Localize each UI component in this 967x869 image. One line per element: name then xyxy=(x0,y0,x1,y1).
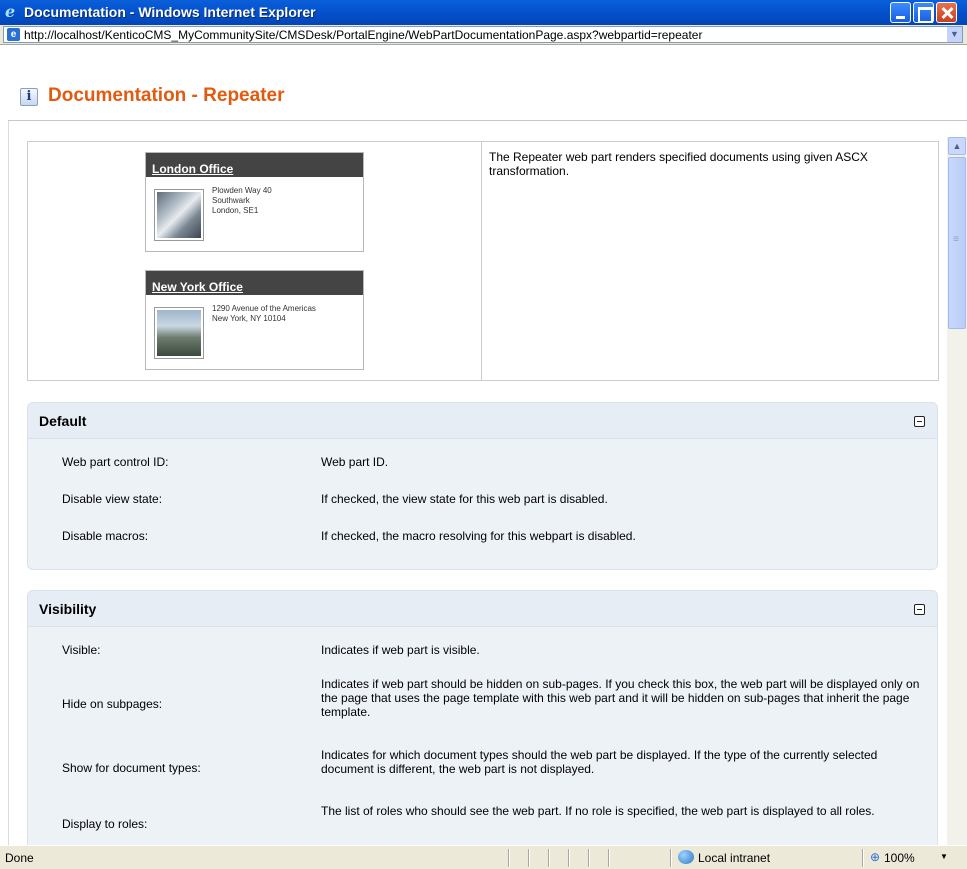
office-photo xyxy=(154,189,204,241)
status-separator xyxy=(608,849,609,867)
property-description: Indicates if web part is visible. xyxy=(321,643,480,657)
status-separator xyxy=(568,849,569,867)
address-url[interactable]: http://localhost/KenticoCMS_MyCommunityS… xyxy=(24,28,702,42)
address-bar: e http://localhost/KenticoCMS_MyCommunit… xyxy=(0,25,967,45)
status-separator xyxy=(588,849,589,867)
property-name: Display to roles: xyxy=(62,817,148,831)
property-description: Indicates for which document types shoul… xyxy=(321,748,878,776)
property-name: Show for document types: xyxy=(62,761,201,775)
status-separator xyxy=(548,849,549,867)
section-title: Visibility xyxy=(39,601,97,617)
collapse-icon[interactable] xyxy=(914,416,925,427)
property-name: Web part control ID: xyxy=(62,455,169,469)
close-button[interactable] xyxy=(936,2,957,23)
maximize-button[interactable] xyxy=(913,2,934,23)
office-photo xyxy=(154,307,204,359)
property-name: Hide on subpages: xyxy=(62,697,163,711)
section-header[interactable]: Visibility xyxy=(28,591,937,627)
documentation-content: London Office Plowden Way 40 Southwark L… xyxy=(8,121,947,845)
zoom-icon[interactable]: ⊕ xyxy=(870,850,880,864)
webpart-preview: London Office Plowden Way 40 Southwark L… xyxy=(27,141,939,381)
office-link-london[interactable]: London Office xyxy=(152,162,233,176)
zoom-level[interactable]: 100% xyxy=(884,851,915,865)
property-description: Web part ID. xyxy=(321,455,389,469)
scroll-thumb[interactable] xyxy=(948,157,966,329)
status-separator xyxy=(862,849,863,867)
page-icon: e xyxy=(7,28,20,41)
section-header[interactable]: Default xyxy=(28,403,937,439)
chevron-down-icon[interactable]: ▼ xyxy=(940,852,948,861)
collapse-icon[interactable] xyxy=(914,604,925,615)
property-description: Indicates if web part should be hidden o… xyxy=(321,677,920,719)
property-description: If checked, the macro resolving for this… xyxy=(321,529,636,543)
office-address: 1290 Avenue of the Americas New York, NY… xyxy=(212,304,316,323)
address-field[interactable]: e http://localhost/KenticoCMS_MyCommunit… xyxy=(3,26,963,43)
page-header: i Documentation - Repeater xyxy=(0,45,967,120)
section-visibility: Visibility Visible: Indicates if web par… xyxy=(27,590,938,845)
local-intranet-icon xyxy=(678,850,694,864)
minimize-button[interactable] xyxy=(890,2,911,23)
window-titlebar[interactable]: e Documentation - Windows Internet Explo… xyxy=(0,0,967,25)
status-separator xyxy=(670,849,671,867)
webpart-description: The Repeater web part renders specified … xyxy=(489,150,868,178)
status-text: Done xyxy=(5,851,34,865)
section-title: Default xyxy=(39,413,87,429)
status-separator xyxy=(508,849,509,867)
office-card-new-york: New York Office 1290 Avenue of the Ameri… xyxy=(145,270,364,370)
info-icon: i xyxy=(20,88,38,106)
preview-divider xyxy=(481,142,482,380)
status-bar: Done Local intranet ⊕ 100% ▼ xyxy=(0,845,967,869)
property-name: Disable view state: xyxy=(62,492,163,506)
office-link-new-york[interactable]: New York Office xyxy=(152,280,243,294)
property-name: Visible: xyxy=(62,643,101,657)
security-zone: Local intranet xyxy=(698,851,771,865)
property-description: The list of roles who should see the web… xyxy=(321,804,875,818)
property-name: Disable macros: xyxy=(62,529,149,543)
chevron-down-icon[interactable]: ▼ xyxy=(947,27,962,42)
section-default: Default Web part control ID: Web part ID… xyxy=(27,402,938,570)
status-separator xyxy=(528,849,529,867)
scroll-up-button[interactable]: ▲ xyxy=(948,137,966,155)
vertical-scrollbar[interactable]: ▲ xyxy=(947,137,967,845)
window-title: Documentation - Windows Internet Explore… xyxy=(24,4,316,20)
office-address: Plowden Way 40 Southwark London, SE1 xyxy=(212,186,272,215)
property-description: If checked, the view state for this web … xyxy=(321,492,608,506)
ie-logo-icon: e xyxy=(5,2,16,21)
office-card-london: London Office Plowden Way 40 Southwark L… xyxy=(145,152,364,252)
page-title: Documentation - Repeater xyxy=(48,85,285,106)
